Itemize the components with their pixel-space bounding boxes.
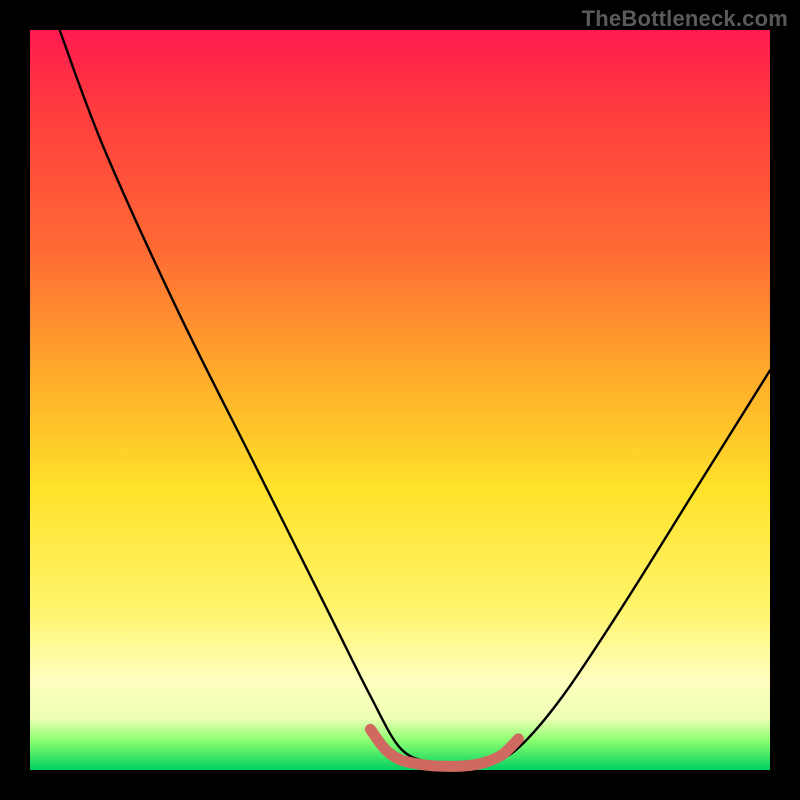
bottleneck-curve	[60, 30, 770, 766]
trough-marker	[370, 729, 518, 766]
chart-frame: TheBottleneck.com	[0, 0, 800, 800]
plot-area	[30, 30, 770, 770]
curve-layer	[30, 30, 770, 770]
watermark-text: TheBottleneck.com	[582, 6, 788, 32]
